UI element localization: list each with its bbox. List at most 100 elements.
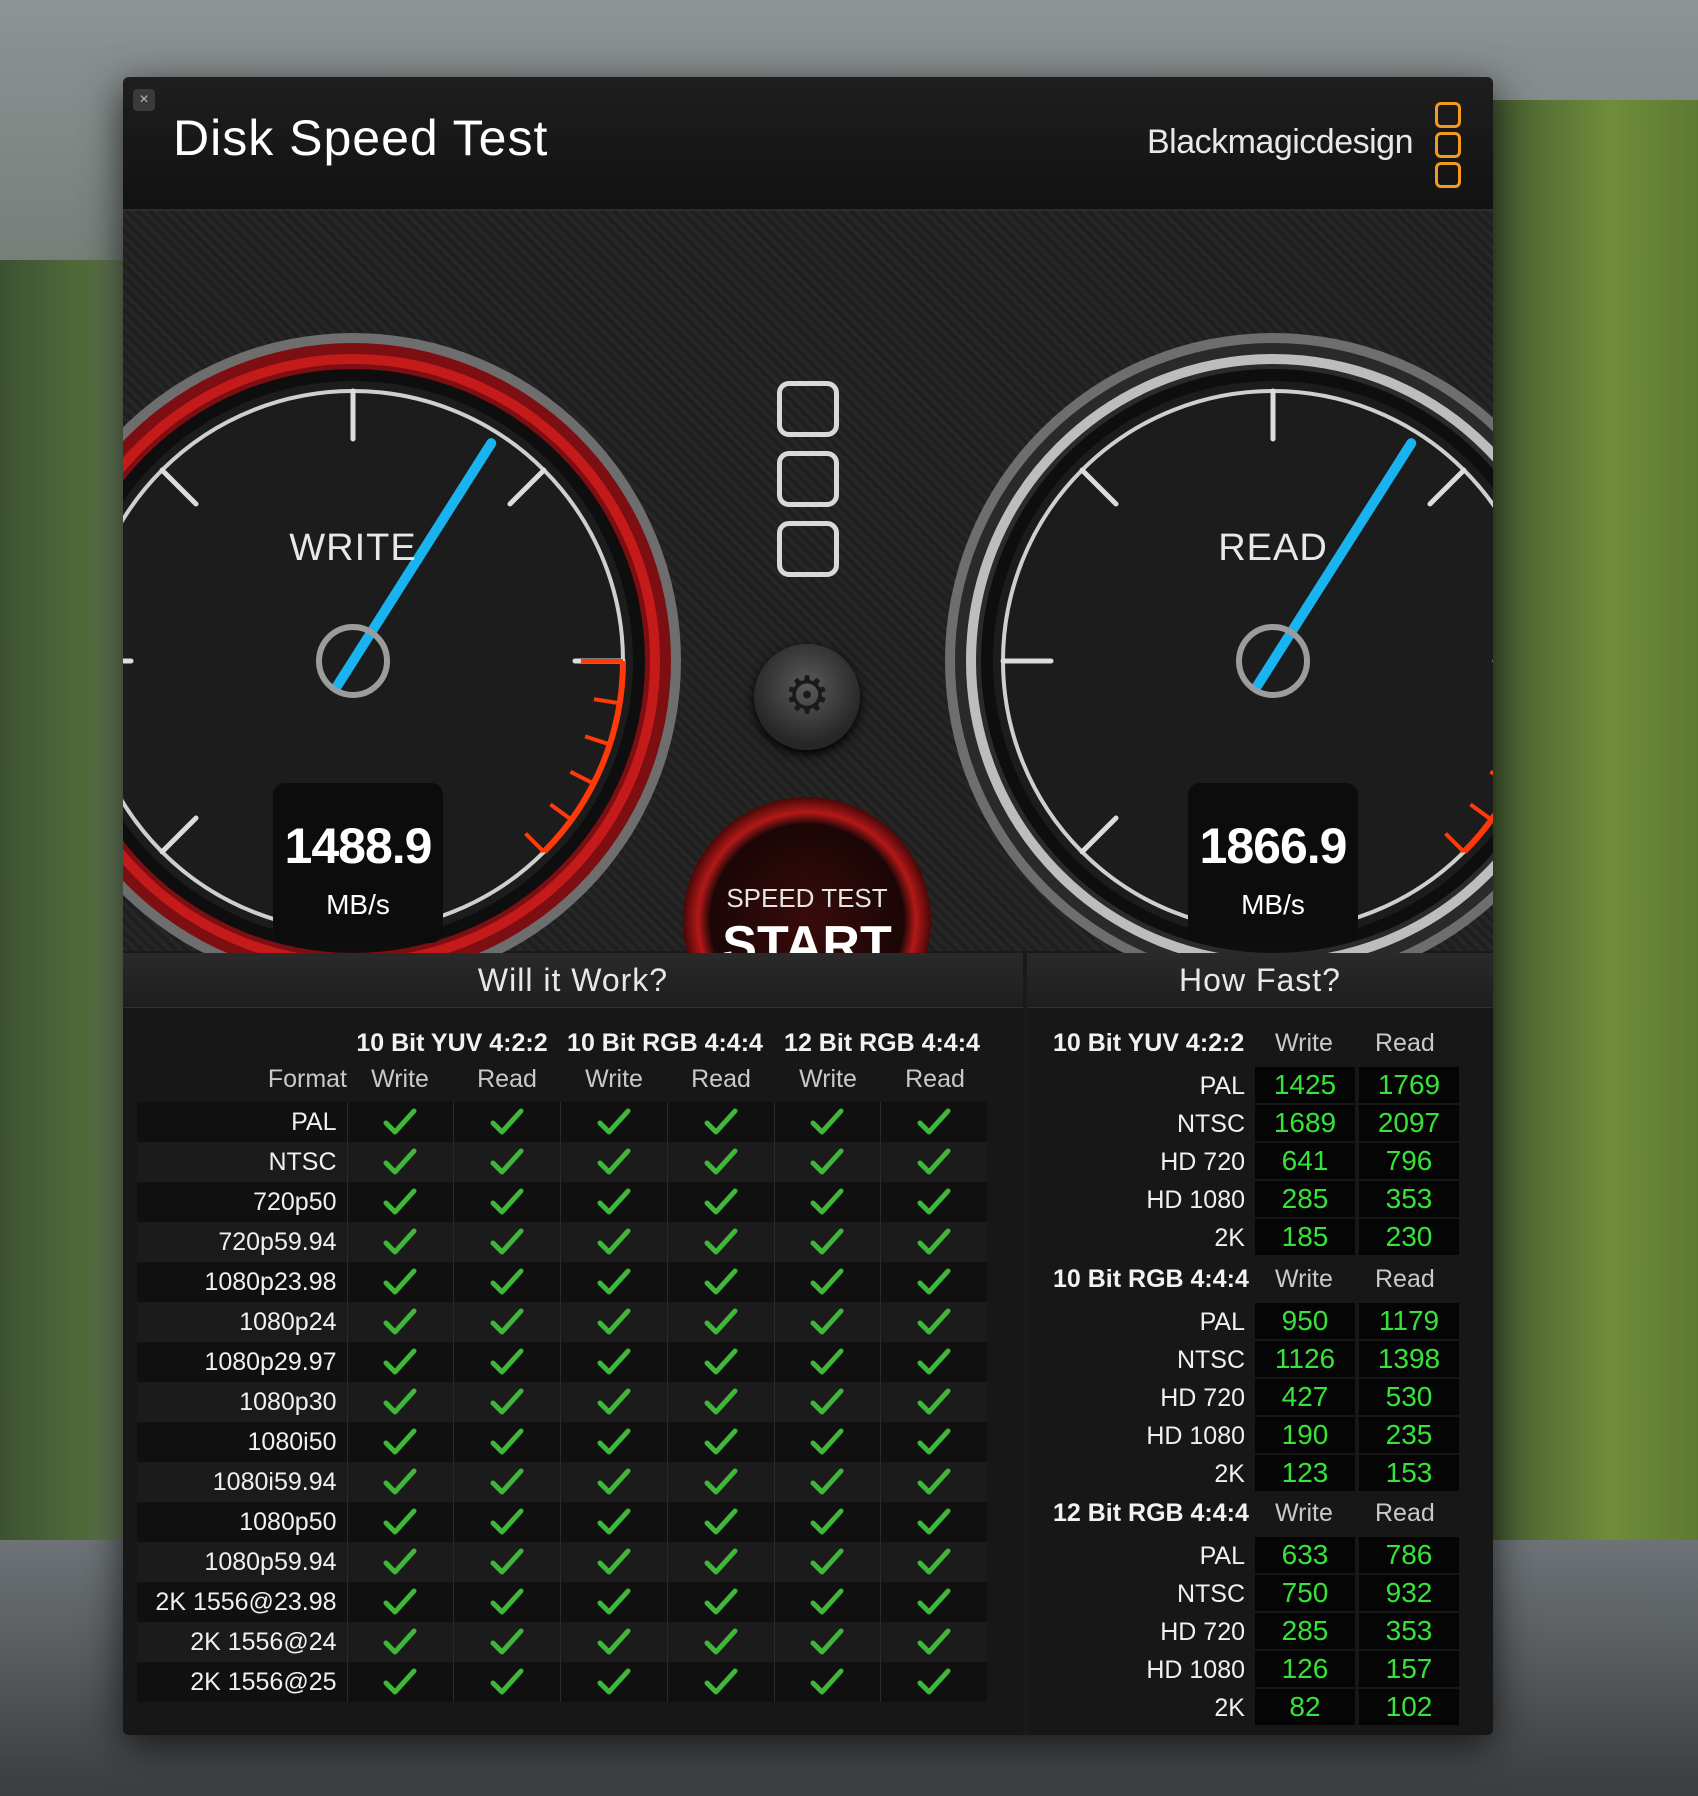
check-cell: [773, 1382, 881, 1422]
how-fast-read-value: 102: [1359, 1689, 1459, 1725]
checkmark-icon: [704, 1108, 738, 1135]
checkmark-icon: [810, 1548, 844, 1575]
how-fast-format-label: 2K: [1214, 1224, 1245, 1252]
check-cell: [560, 1142, 667, 1182]
check-cell: [773, 1182, 881, 1222]
checkmark-icon: [597, 1228, 631, 1255]
how-fast-row: HD 720 427 530: [1027, 1379, 1493, 1417]
settings-button[interactable]: ⚙: [754, 644, 860, 750]
how-fast-write-value: 950: [1255, 1303, 1355, 1339]
format-column-header: Format: [267, 1065, 347, 1093]
blackmagic-logo-icon: [1435, 102, 1461, 192]
check-cell: [453, 1622, 560, 1662]
will-group-header-2: 10 Bit RGB 4:4:4: [567, 1029, 763, 1057]
checkmark-icon: [597, 1188, 631, 1215]
table-row: PAL: [137, 1102, 987, 1142]
check-cell: [880, 1502, 987, 1542]
how-fast-format-label: HD 720: [1160, 1618, 1245, 1646]
close-icon[interactable]: ×: [133, 89, 155, 111]
checkmark-icon: [810, 1628, 844, 1655]
checkmark-icon: [917, 1188, 951, 1215]
write-gauge: WRITE 1488.9 MB/s: [123, 321, 693, 1001]
checkmark-icon: [917, 1428, 951, 1455]
table-row: 1080p50: [137, 1502, 987, 1542]
how-fast-format-label: PAL: [1199, 1542, 1245, 1570]
checkmark-icon: [490, 1548, 524, 1575]
checkmark-icon: [704, 1548, 738, 1575]
checkmark-icon: [704, 1228, 738, 1255]
format-label: NTSC: [268, 1148, 337, 1176]
how-fast-read-header: Read: [1375, 1499, 1435, 1527]
checkmark-icon: [810, 1348, 844, 1375]
checkmark-icon: [490, 1148, 524, 1175]
will-subhead-write-3: Write: [799, 1065, 857, 1093]
will-subhead-write-1: Write: [371, 1065, 429, 1093]
checkmark-icon: [917, 1308, 951, 1335]
checkmark-icon: [597, 1388, 631, 1415]
how-fast-title: How Fast?: [1027, 953, 1493, 1008]
checkmark-icon: [383, 1588, 417, 1615]
start-button-small-label: SPEED TEST: [726, 883, 888, 913]
checkmark-icon: [490, 1588, 524, 1615]
write-gauge-label: WRITE: [289, 527, 417, 569]
checkmark-icon: [917, 1508, 951, 1535]
how-fast-write-value: 185: [1255, 1219, 1355, 1255]
checkmark-icon: [810, 1268, 844, 1295]
checkmark-icon: [383, 1268, 417, 1295]
table-row: 2K 1556@25: [137, 1662, 987, 1702]
check-cell: [346, 1382, 454, 1422]
check-cell: [560, 1582, 667, 1622]
checkmark-icon: [810, 1588, 844, 1615]
how-fast-format-label: NTSC: [1176, 1346, 1245, 1374]
checkmark-icon: [383, 1388, 417, 1415]
how-fast-format-label: PAL: [1199, 1072, 1245, 1100]
check-cell: [346, 1222, 454, 1262]
how-fast-read-header: Read: [1375, 1029, 1435, 1057]
check-cell: [666, 1102, 774, 1142]
check-cell: [666, 1182, 774, 1222]
checkmark-icon: [490, 1388, 524, 1415]
checkmark-icon: [383, 1108, 417, 1135]
checkmark-icon: [704, 1468, 738, 1495]
brand-name: Blackmagicdesign: [1146, 123, 1414, 161]
checkmark-icon: [490, 1468, 524, 1495]
check-cell: [453, 1182, 560, 1222]
checkmark-icon: [917, 1668, 951, 1695]
check-cell: [560, 1342, 667, 1382]
checkmark-icon: [704, 1588, 738, 1615]
check-cell: [560, 1262, 667, 1302]
how-fast-row: HD 720 641 796: [1027, 1143, 1493, 1181]
check-cell: [773, 1222, 881, 1262]
check-cell: [666, 1302, 774, 1342]
checkmark-icon: [383, 1348, 417, 1375]
check-cell: [346, 1342, 454, 1382]
check-cell: [880, 1342, 987, 1382]
how-fast-write-header: Write: [1275, 1499, 1333, 1527]
check-cell: [666, 1382, 774, 1422]
check-cell: [560, 1382, 667, 1422]
check-cell: [880, 1222, 987, 1262]
gear-icon: ⚙: [783, 667, 831, 725]
how-fast-read-value: 157: [1359, 1651, 1459, 1687]
format-label: PAL: [291, 1108, 337, 1136]
how-fast-read-value: 353: [1359, 1181, 1459, 1217]
check-cell: [560, 1622, 667, 1662]
format-label: 1080p29.97: [204, 1348, 337, 1376]
checkmark-icon: [597, 1548, 631, 1575]
how-fast-read-value: 230: [1359, 1219, 1459, 1255]
how-fast-write-value: 82: [1255, 1689, 1355, 1725]
checkmark-icon: [810, 1148, 844, 1175]
checkmark-icon: [490, 1228, 524, 1255]
checkmark-icon: [597, 1348, 631, 1375]
how-fast-read-value: 1398: [1359, 1341, 1459, 1377]
checkmark-icon: [810, 1228, 844, 1255]
how-fast-write-header: Write: [1275, 1029, 1333, 1057]
how-fast-write-value: 1126: [1255, 1341, 1355, 1377]
checkmark-icon: [704, 1628, 738, 1655]
will-subhead-read-2: Read: [691, 1065, 751, 1093]
gauge-area: WRITE 1488.9 MB/s ⚙ SPEED TEST START REA…: [123, 211, 1493, 1045]
check-cell: [560, 1542, 667, 1582]
checkmark-icon: [704, 1308, 738, 1335]
check-cell: [773, 1622, 881, 1662]
checkmark-icon: [490, 1268, 524, 1295]
